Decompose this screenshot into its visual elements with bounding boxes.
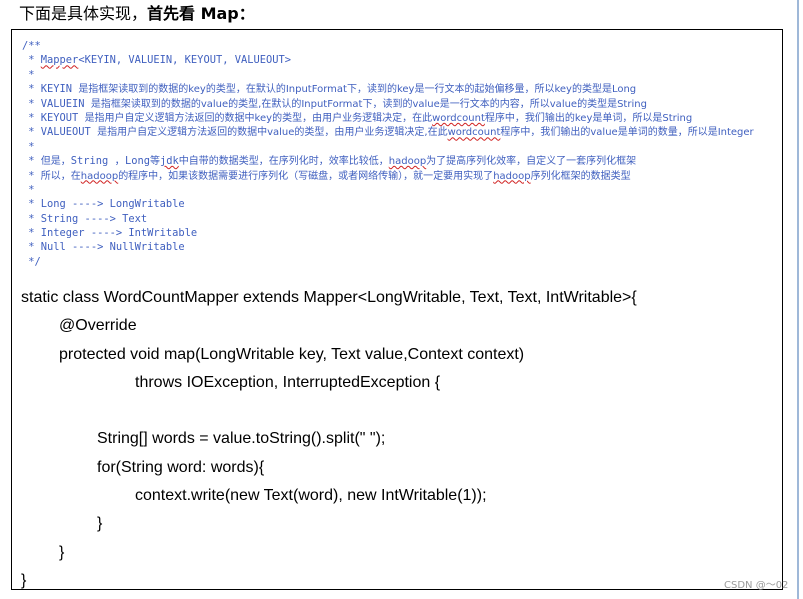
comment-segment: * KEYOUT	[22, 111, 85, 124]
code-line: }	[59, 543, 65, 561]
section-heading: 下面是具体实现，首先看 Map：	[19, 3, 255, 25]
comment-segment: * VALUEIN	[22, 97, 91, 110]
comment-segment: hadoop	[388, 156, 427, 168]
heading-prefix: 下面是具体实现，	[19, 4, 148, 23]
comment-segment: 所以，在	[40, 170, 81, 182]
comment-segment: 是指用户自定义逻辑方法返回的数据中key的类型，由用户业务逻辑决定，在此	[84, 112, 433, 124]
comment-segment: *	[22, 68, 35, 81]
comment-segment: *	[22, 140, 35, 153]
comment-segment: *	[22, 169, 41, 182]
comment-segment: *	[22, 183, 35, 196]
comment-line: */	[22, 255, 754, 269]
comment-segment: 是指框架读取到的数据的key的类型，在默认的InputFormat下，读到的ke…	[78, 84, 637, 96]
comment-segment: *	[22, 54, 41, 67]
code-line: static class WordCountMapper extends Map…	[21, 289, 637, 306]
comment-segment: * Long ----> LongWritable	[22, 198, 185, 211]
comment-segment: jdk	[159, 155, 179, 168]
comment-segment: * Integer ----> IntWritable	[22, 227, 198, 240]
comment-segment: Mapper	[40, 54, 79, 67]
comment-segment: /**	[22, 40, 41, 52]
comment-line: *	[22, 140, 754, 154]
comment-line: *	[22, 183, 754, 197]
comment-segment: 程序中，我们输出的value是单词的数量，所以是Integer	[500, 127, 754, 139]
mapper-code: static class WordCountMapper extends Map…	[21, 284, 637, 595]
page-edge-rule	[797, 0, 799, 599]
comment-segment: 中自带的数据类型，在序列化时，效率比较低，	[178, 156, 389, 168]
comment-line: * Mapper<KEYIN, VALUEIN, KEYOUT, VALUEOU…	[22, 53, 754, 67]
comment-segment: String ，Long	[70, 155, 150, 168]
comment-segment: * KEYIN	[22, 83, 79, 96]
code-line: throws IOException, InterruptedException…	[135, 373, 441, 391]
comment-line: * KEYOUT 是指用户自定义逻辑方法返回的数据中key的类型，由用户业务逻辑…	[22, 111, 754, 125]
comment-segment: * String ----> Text	[22, 212, 148, 225]
code-line: }	[97, 515, 103, 533]
comment-segment: hadoop	[80, 170, 119, 182]
comment-line: * Long ----> LongWritable	[22, 197, 754, 211]
comment-line: * String ----> Text	[22, 212, 754, 226]
javadoc-comment: /** * Mapper<KEYIN, VALUEIN, KEYOUT, VAL…	[22, 39, 754, 269]
comment-line: * KEYIN 是指框架读取到的数据的key的类型，在默认的InputForma…	[22, 82, 754, 96]
code-line: protected void map(LongWritable key, Tex…	[59, 345, 525, 363]
comment-line: * 所以，在hadoop的程序中，如果该数据需要进行序列化（写磁盘，或者网络传输…	[22, 169, 754, 183]
heading-bold: 首先看 Map：	[147, 4, 255, 23]
comment-segment: 的程序中，如果该数据需要进行序列化（写磁盘，或者网络传输），就一定要用实现了	[118, 170, 494, 182]
code-line: @Override	[59, 317, 137, 335]
code-line: String[] words = value.toString().split(…	[97, 430, 386, 448]
comment-segment: wordcount	[447, 127, 501, 139]
comment-segment: 等	[149, 156, 160, 168]
code-snippet-box: /** * Mapper<KEYIN, VALUEIN, KEYOUT, VAL…	[11, 29, 783, 590]
comment-line: * 但是，String ，Long等jdk中自带的数据类型，在序列化时，效率比较…	[22, 154, 754, 168]
csdn-watermark: CSDN @～02	[724, 580, 789, 591]
code-line: }	[21, 571, 27, 589]
comment-segment: *	[22, 155, 41, 168]
code-line: context.write(new Text(word), new IntWri…	[135, 487, 487, 505]
comment-segment: * VALUEOUT	[22, 126, 98, 139]
comment-segment: * Null ----> NullWritable	[22, 241, 185, 254]
comment-segment: 序列化框架的数据类型	[530, 170, 631, 182]
comment-segment: */	[22, 255, 41, 268]
comment-line: * Integer ----> IntWritable	[22, 226, 754, 240]
comment-segment: <KEYIN, VALUEIN, KEYOUT, VALUEOUT>	[78, 54, 292, 67]
comment-line: * VALUEOUT 是指用户自定义逻辑方法返回的数据中value的类型，由用户…	[22, 125, 754, 139]
comment-segment: 但是，	[40, 156, 71, 168]
comment-segment: 是指用户自定义逻辑方法返回的数据中value的类型，由用户业务逻辑决定,在此	[97, 127, 448, 139]
comment-line: * VALUEIN 是指框架读取到的数据的value的类型,在默认的InputF…	[22, 97, 754, 111]
comment-segment: 程序中，我们输出的key是单词，所以是String	[484, 112, 693, 124]
comment-line: /**	[22, 39, 754, 53]
comment-segment: hadoop	[493, 170, 531, 182]
code-line: for(String word: words){	[97, 458, 265, 476]
comment-segment: 是指框架读取到的数据的value的类型,在默认的InputFormat下，读到的…	[90, 98, 647, 110]
comment-segment: 为了提高序列化效率，自定义了一套序列化框架	[426, 156, 637, 168]
comment-segment: wordcount	[432, 112, 485, 124]
comment-line: *	[22, 68, 754, 82]
comment-line: * Null ----> NullWritable	[22, 240, 754, 254]
